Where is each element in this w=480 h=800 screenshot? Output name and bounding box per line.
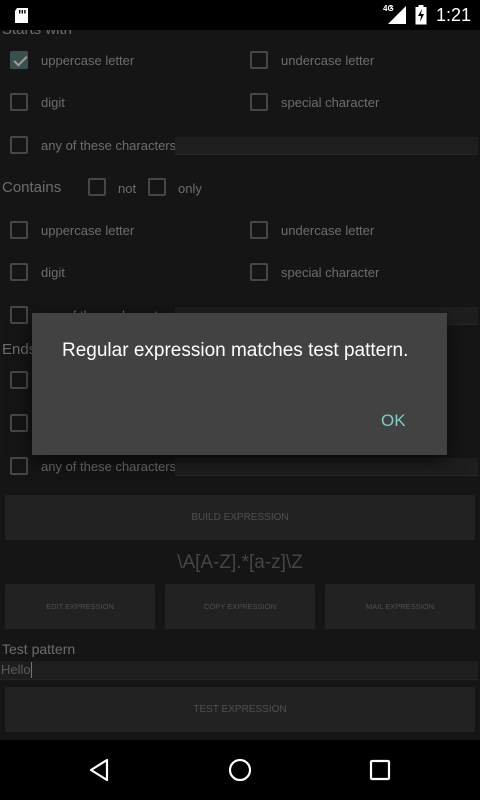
- status-bar: 4G 1:21: [0, 0, 480, 30]
- home-icon[interactable]: [228, 758, 252, 782]
- app-content: Starts with uppercase letter undercase l…: [0, 30, 480, 740]
- recents-icon[interactable]: [369, 759, 391, 781]
- back-icon[interactable]: [88, 758, 110, 782]
- result-dialog: Regular expression matches test pattern.…: [32, 313, 447, 455]
- clock: 1:21: [436, 5, 472, 25]
- dialog-message: Regular expression matches test pattern.: [62, 340, 409, 361]
- sd-card-icon: [15, 8, 28, 23]
- battery-charging-icon: [415, 5, 427, 25]
- dialog-ok-button[interactable]: OK: [375, 409, 412, 433]
- signal-icon: [388, 5, 406, 24]
- navigation-bar: [0, 740, 480, 800]
